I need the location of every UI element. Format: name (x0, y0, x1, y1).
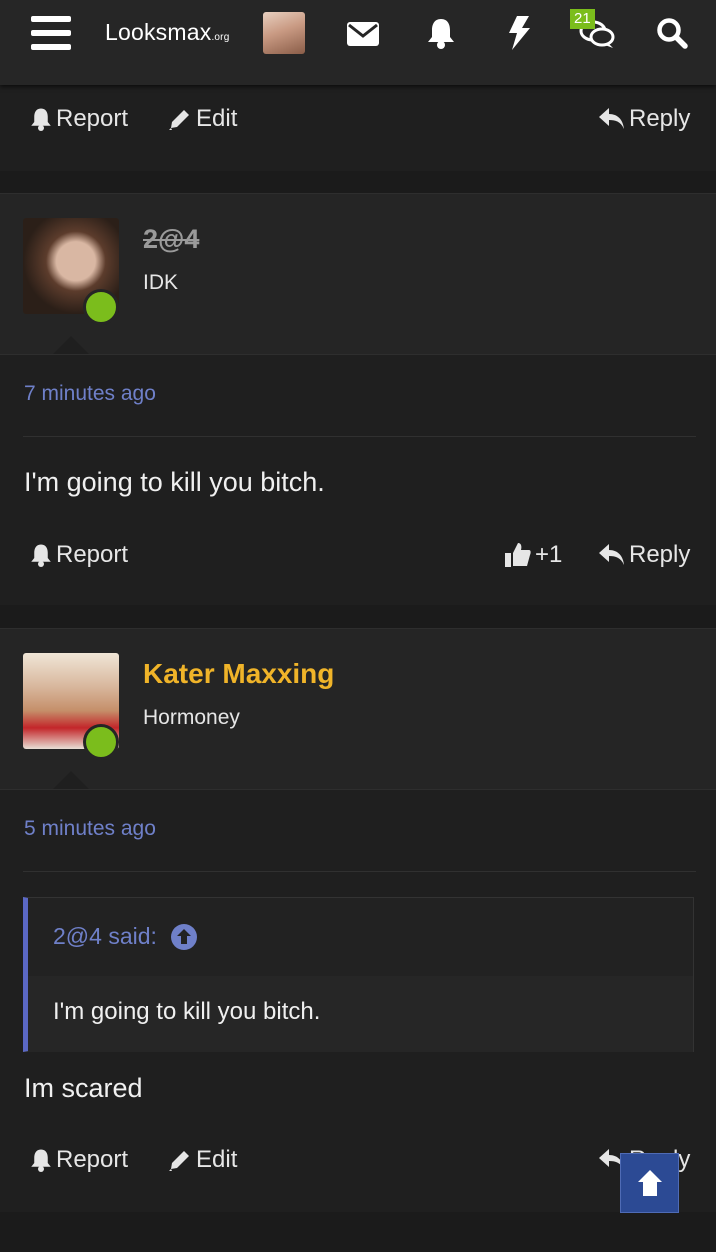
arrow-up-icon (637, 1170, 662, 1196)
scroll-to-top-button[interactable] (620, 1153, 679, 1213)
arrow-up-circle-icon[interactable] (170, 923, 197, 950)
quote-block: 2@4 said: I'm going to kill you bitch. (23, 897, 694, 1052)
report-label: Report (56, 105, 129, 132)
thumbs-up-icon (505, 543, 531, 567)
site-logo[interactable]: Looksmax.org (105, 19, 229, 46)
report-label: Report (56, 1146, 129, 1173)
bell-icon (31, 108, 51, 131)
post-divider (0, 606, 716, 628)
username[interactable]: Kater Maxxing (143, 658, 334, 690)
logo-suffix: .org (211, 32, 230, 43)
page-bottom (0, 1213, 716, 1252)
reply-icon (599, 108, 624, 129)
previous-post-actions: Report Edit Reply (0, 85, 716, 172)
online-indicator (83, 724, 119, 760)
post-timestamp[interactable]: 7 minutes ago (24, 382, 156, 406)
edit-button[interactable]: Edit (168, 1146, 237, 1174)
pencil-icon (169, 1151, 189, 1171)
edit-button[interactable]: Edit (168, 105, 237, 133)
post-user-header: Kater Maxxing Hormoney (0, 628, 716, 790)
like-count: +1 (535, 541, 563, 568)
bolt-icon[interactable] (508, 16, 530, 50)
post-divider (0, 171, 716, 193)
pencil-icon (169, 110, 189, 130)
post-timestamp[interactable]: 5 minutes ago (24, 817, 156, 841)
search-icon[interactable] (656, 17, 688, 49)
quote-text: I'm going to kill you bitch. (53, 998, 321, 1025)
top-navigation-bar: Looksmax.org 21 (0, 0, 716, 85)
logo-text: Looksmax (105, 19, 212, 45)
report-button[interactable]: Report (30, 541, 128, 569)
separator (23, 871, 696, 872)
account-avatar[interactable] (263, 12, 305, 54)
online-indicator (83, 289, 119, 325)
post-body: Im scared (24, 1073, 143, 1103)
bell-icon (31, 544, 51, 567)
user-title: IDK (143, 271, 179, 294)
conversations-badge: 21 (570, 9, 595, 29)
reply-button[interactable]: Reply (599, 541, 690, 569)
menu-icon[interactable] (31, 16, 71, 51)
post-2at4: 2@4 IDK 7 minutes ago I'm going to kill … (0, 193, 716, 605)
like-button[interactable]: +1 (505, 541, 562, 569)
reply-button[interactable]: Reply (599, 105, 690, 133)
quote-content: I'm going to kill you bitch. (28, 976, 693, 1052)
post-body: I'm going to kill you bitch. (24, 467, 325, 497)
bell-icon (31, 1149, 51, 1172)
separator (23, 436, 696, 437)
quote-author: 2@4 said: (53, 923, 157, 949)
quote-header[interactable]: 2@4 said: (53, 923, 197, 950)
mail-icon[interactable] (347, 22, 379, 46)
report-label: Report (56, 541, 129, 568)
edit-label: Edit (196, 105, 238, 132)
report-button[interactable]: Report (30, 1146, 128, 1174)
reply-label: Reply (629, 541, 691, 568)
reply-icon (599, 544, 624, 565)
header-pointer (53, 771, 89, 789)
user-title: Hormoney (143, 706, 240, 729)
username[interactable]: 2@4 (143, 224, 199, 255)
header-pointer (53, 336, 89, 354)
post-user-header: 2@4 IDK (0, 193, 716, 355)
reply-label: Reply (629, 105, 691, 132)
edit-label: Edit (196, 1146, 238, 1173)
bell-icon[interactable] (427, 17, 455, 49)
report-button[interactable]: Report (30, 105, 128, 133)
